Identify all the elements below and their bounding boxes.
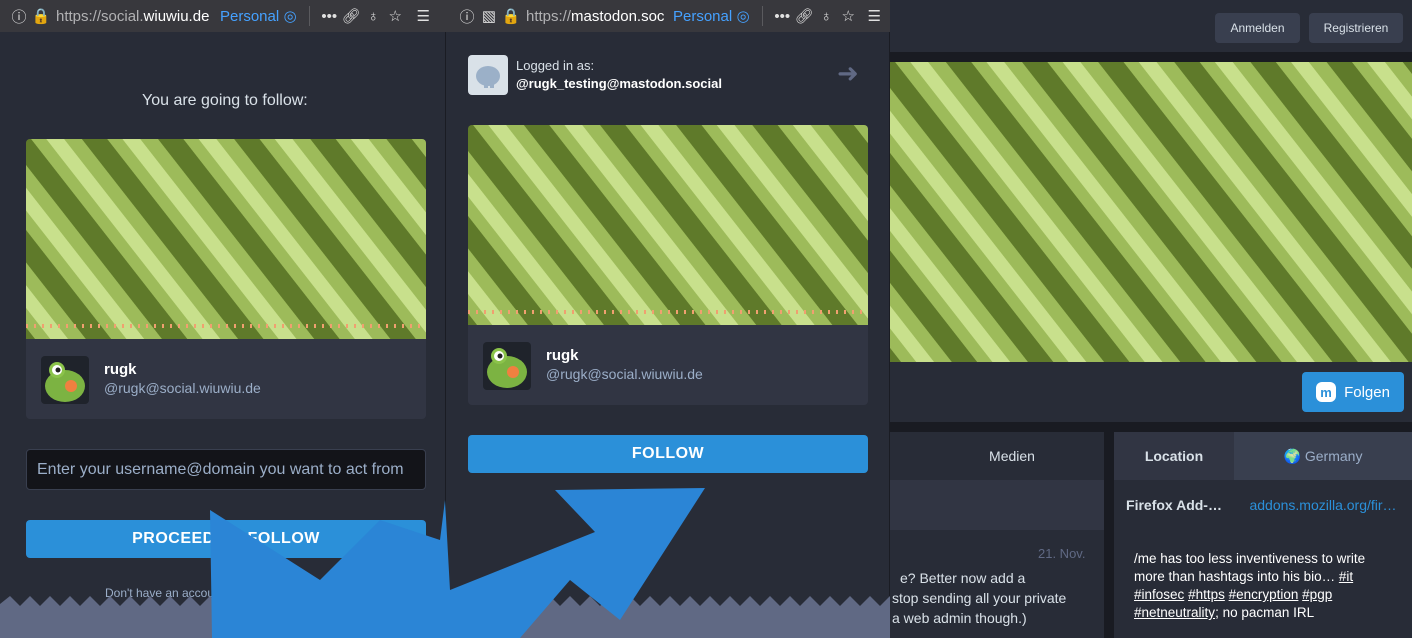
field-value-link[interactable]: addons.mozilla.org/fir… bbox=[1234, 481, 1412, 529]
avatar bbox=[41, 356, 89, 404]
hashtag-link[interactable]: #netneutrality bbox=[1134, 605, 1215, 620]
logged-in-avatar bbox=[468, 55, 508, 95]
url-text[interactable]: https://mastodon.soc bbox=[526, 8, 665, 25]
profile-bio: /me has too less inventiveness to write … bbox=[1134, 550, 1374, 622]
register-button[interactable]: Registrieren bbox=[1309, 13, 1403, 43]
address-bar[interactable]: ⓘ ▧ 🔒 https://mastodon.soc Personal ◎ ••… bbox=[446, 0, 890, 32]
post-text-line: e? Better now add a bbox=[900, 570, 1026, 586]
account-card: rugk @rugk@social.wiuwiu.de bbox=[468, 125, 868, 405]
lock-icon[interactable]: 🔒 bbox=[500, 5, 522, 27]
hashtag-link[interactable]: #encryption bbox=[1229, 587, 1299, 602]
hashtag-link[interactable]: #it bbox=[1339, 569, 1353, 584]
follow-heading: You are going to follow: bbox=[142, 92, 308, 109]
fingerprint-icon: ◎ bbox=[736, 8, 750, 25]
field-value: 🌍 Germany bbox=[1234, 432, 1412, 480]
address-bar[interactable]: ⓘ 🔒 https://social.wiuwiu.de Personal ◎ … bbox=[0, 0, 446, 32]
post-text-line: a web admin though.) bbox=[892, 610, 1027, 626]
info-icon[interactable]: ⓘ bbox=[456, 5, 478, 27]
profile-header-image bbox=[890, 62, 1412, 362]
logout-icon[interactable]: ➜ bbox=[837, 58, 859, 89]
permissions-icon[interactable]: ▧ bbox=[478, 5, 500, 27]
account-header-image bbox=[26, 139, 426, 339]
star-icon[interactable]: ☆ bbox=[837, 5, 859, 27]
star-icon[interactable]: ☆ bbox=[384, 5, 406, 27]
follow-button-label: Folgen bbox=[1344, 383, 1390, 401]
more-icon[interactable]: ••• bbox=[771, 5, 793, 27]
menu-icon[interactable]: ☰ bbox=[863, 5, 885, 27]
timeline-filter bbox=[890, 480, 1104, 530]
bio-text: /me has too less inventiveness to write … bbox=[1134, 551, 1366, 584]
link-icon[interactable]: 🔗︎ bbox=[340, 5, 362, 27]
account-header-image bbox=[468, 125, 868, 325]
arrow-annotation bbox=[210, 488, 705, 638]
login-button[interactable]: Anmelden bbox=[1215, 13, 1300, 43]
account-name: rugk bbox=[546, 347, 579, 364]
container-label[interactable]: Personal bbox=[673, 8, 732, 25]
url-text[interactable]: https://social.wiuwiu.de bbox=[56, 8, 212, 25]
top-bar: Anmelden Registrieren bbox=[890, 0, 1412, 52]
tab-media[interactable]: Medien bbox=[960, 432, 1064, 480]
logged-in-account: @rugk_testing@mastodon.social bbox=[516, 76, 722, 91]
account-name: rugk bbox=[104, 361, 137, 378]
bulb-icon[interactable]: ♁ bbox=[362, 5, 384, 27]
avatar bbox=[483, 342, 531, 390]
hashtag-link[interactable]: #https bbox=[1188, 587, 1225, 602]
mastodon-icon: m bbox=[1316, 382, 1337, 402]
profile-field-addon: Firefox Add-… addons.mozilla.org/fir… bbox=[1114, 481, 1412, 529]
hashtag-link[interactable]: #pgp bbox=[1302, 587, 1332, 602]
account-handle: @rugk@social.wiuwiu.de bbox=[104, 380, 261, 396]
follow-button[interactable]: FOLLOW bbox=[468, 435, 868, 473]
logged-in-label: Logged in as: bbox=[516, 58, 595, 73]
bulb-icon[interactable]: ♁ bbox=[815, 5, 837, 27]
account-handle: @rugk@social.wiuwiu.de bbox=[546, 366, 703, 382]
more-icon[interactable]: ••• bbox=[318, 5, 340, 27]
container-label[interactable]: Personal bbox=[220, 8, 279, 25]
lock-icon[interactable]: 🔒 bbox=[30, 5, 52, 27]
menu-icon[interactable]: ☰ bbox=[412, 5, 434, 27]
hashtag-link[interactable]: #infosec bbox=[1134, 587, 1184, 602]
info-icon[interactable]: ⓘ bbox=[8, 5, 30, 27]
profile-field-location: Location 🌍 Germany bbox=[1114, 432, 1412, 480]
bio-text: ; no pacman IRL bbox=[1215, 605, 1315, 620]
post-text-line: stop sending all your private bbox=[892, 590, 1067, 606]
account-card: rugk @rugk@social.wiuwiu.de bbox=[26, 139, 426, 419]
field-key: Firefox Add-… bbox=[1114, 481, 1234, 529]
field-key: Location bbox=[1114, 432, 1234, 480]
follow-button[interactable]: m Folgen bbox=[1302, 372, 1404, 412]
link-icon[interactable]: 🔗︎ bbox=[793, 5, 815, 27]
fingerprint-icon: ◎ bbox=[283, 8, 297, 25]
